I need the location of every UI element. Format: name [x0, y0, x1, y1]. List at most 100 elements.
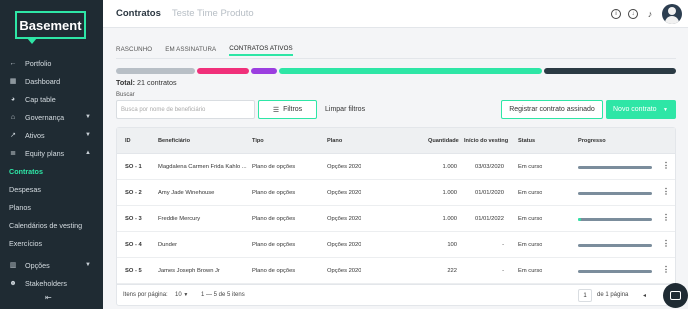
sidebar-item-equity-plans[interactable]: ≣ Equity plans ▲: [0, 144, 103, 162]
cell-beneficiario: Amy Jade Winehouse: [158, 190, 215, 196]
chevron-down-icon: ▼: [85, 132, 91, 138]
row-menu-icon[interactable]: ⋮: [662, 240, 670, 248]
clear-filters-button[interactable]: Limpar filtros: [325, 100, 365, 119]
status-segment-purple[interactable]: [251, 68, 277, 74]
cell-status: Em curso: [518, 216, 543, 222]
cell-inicio-vesting: 01/01/2022: [474, 216, 504, 222]
layers-icon: ≣: [10, 150, 16, 157]
arrow-left-icon: ←: [9, 59, 17, 67]
col-status[interactable]: Status: [518, 138, 535, 144]
logo-text: Basement: [19, 17, 82, 33]
table-row[interactable]: SO - 2 Amy Jade Winehouse Plano de opções O…: [117, 180, 675, 206]
cell-tipo: Plano de opções: [252, 242, 296, 248]
progress-bar: [578, 192, 652, 195]
cell-inicio-vesting: 03/03/2020: [474, 164, 504, 170]
chevron-down-icon: ▼: [183, 292, 189, 298]
cloud-download-icon[interactable]: ↓: [628, 9, 638, 19]
cell-quantidade: 222: [447, 268, 457, 274]
total-label: Total:: [116, 78, 136, 87]
sidebar-item-label: Equity plans: [25, 148, 65, 158]
col-progresso[interactable]: Progresso: [578, 138, 606, 144]
sidebar-item-label: Portfolio: [25, 58, 52, 68]
total-value: 21 contratos: [137, 78, 177, 87]
bar-chart-icon: ▥: [9, 262, 17, 269]
page-number-input[interactable]: 1: [578, 289, 592, 302]
col-inicio-vesting[interactable]: Início do vesting: [464, 138, 508, 144]
sidebar-subitem-planos[interactable]: Planos: [0, 198, 103, 216]
table-row[interactable]: SO - 5 James Joseph Brown Jr Plano de opçõ…: [117, 258, 675, 284]
cell-beneficiario: Magdalena Carmen Frida Kahlo ...: [158, 164, 247, 170]
cell-quantidade: 1.000: [442, 216, 457, 222]
table-row[interactable]: SO - 4 Dunder Plano de opções Opções 2020 10…: [117, 232, 675, 258]
info-icon[interactable]: i: [611, 9, 621, 19]
per-page-select[interactable]: 10 ▼: [175, 292, 188, 298]
status-segment-pink[interactable]: [197, 68, 249, 74]
cell-id: SO - 1: [125, 164, 142, 170]
sidebar-subitem-contratos[interactable]: Contratos: [0, 162, 103, 180]
status-segment-green[interactable]: [279, 68, 542, 74]
cell-tipo: Plano de opções: [252, 268, 296, 274]
sidebar-item-opcoes[interactable]: ▥ Opções ▼: [0, 256, 103, 274]
logo-tail: [27, 38, 37, 44]
col-beneficiario[interactable]: Beneficiário: [158, 138, 190, 144]
sidebar-subitem-calendarios[interactable]: Calendários de vesting: [0, 216, 103, 234]
contract-tabs: RASCUNHO EM ASSINATURA CONTRATOS ATIVOS: [116, 42, 306, 56]
sidebar: Basement ← Portfolio ▦ Dashboard ◕ Cap t…: [0, 0, 103, 309]
search-input[interactable]: Busca por nome de beneficiário: [116, 100, 255, 119]
table-row[interactable]: SO - 1 Magdalena Carmen Frida Kahlo ... Pl…: [117, 154, 675, 180]
progress-fill: [578, 218, 581, 221]
row-menu-icon[interactable]: ⋮: [662, 214, 670, 222]
sidebar-item-portfolio[interactable]: ← Portfolio: [0, 54, 103, 72]
cell-plano: Opções 2020: [327, 268, 362, 274]
register-signed-contract-button[interactable]: Registrar contrato assinado: [501, 100, 603, 119]
cell-plano: Opções 2020: [327, 164, 362, 170]
sidebar-subitem-exercicios[interactable]: Exercícios: [0, 234, 103, 252]
tab-em-assinatura[interactable]: EM ASSINATURA: [165, 42, 216, 56]
sidebar-item-cap-table[interactable]: ◕ Cap table: [0, 90, 103, 108]
sidebar-subitem-despesas[interactable]: Despesas: [0, 180, 103, 198]
row-menu-icon[interactable]: ⋮: [662, 188, 670, 196]
collapse-sidebar-icon[interactable]: ⇤: [45, 293, 52, 302]
cell-quantidade: 1.000: [442, 164, 457, 170]
progress-bar: [578, 166, 652, 169]
sidebar-item-label: Opções: [25, 260, 50, 270]
basement-logo[interactable]: Basement: [15, 11, 86, 39]
new-contract-button[interactable]: Novo contrato ▼: [606, 100, 676, 119]
sidebar-item-governanca[interactable]: ⌂ Governança ▼: [0, 108, 103, 126]
cell-plano: Opções 2020: [327, 216, 362, 222]
cell-status: Em curso: [518, 268, 543, 274]
status-segment-gray[interactable]: [116, 68, 195, 74]
avatar[interactable]: [662, 4, 682, 24]
sidebar-item-stakeholders[interactable]: ☻ Stakeholders: [0, 274, 103, 292]
pie-chart-icon: ◕: [10, 95, 16, 103]
cell-id: SO - 5: [125, 268, 142, 274]
row-menu-icon[interactable]: ⋮: [662, 266, 670, 274]
chevron-up-icon: ▲: [85, 150, 91, 156]
row-menu-icon[interactable]: ⋮: [662, 162, 670, 170]
table-header: ID Beneficiário Tipo Plano Quantidade In…: [117, 128, 675, 154]
cell-id: SO - 2: [125, 190, 142, 196]
table-row[interactable]: SO - 3 Freddie Mercury Plano de opções Opçõ…: [117, 206, 675, 232]
status-segment-dark[interactable]: [544, 68, 676, 74]
chat-support-button[interactable]: [663, 283, 688, 308]
cell-beneficiario: Dunder: [158, 242, 178, 248]
sidebar-nav: ← Portfolio ▦ Dashboard ◕ Cap table ⌂ Go…: [0, 54, 103, 292]
cell-inicio-vesting: -: [502, 242, 504, 248]
tab-rascunho[interactable]: RASCUNHO: [116, 42, 152, 56]
sidebar-item-dashboard[interactable]: ▦ Dashboard: [0, 72, 103, 90]
previous-page-icon[interactable]: ◂: [643, 292, 646, 299]
col-plano[interactable]: Plano: [327, 138, 342, 144]
sidebar-item-ativos[interactable]: ↗ Ativos ▼: [0, 126, 103, 144]
col-tipo[interactable]: Tipo: [252, 138, 264, 144]
chevron-down-icon: ▼: [85, 262, 91, 268]
people-icon: ☻: [9, 279, 17, 287]
filters-label: Filtros: [283, 106, 303, 113]
new-contract-label: Novo contrato: [613, 106, 657, 113]
tab-contratos-ativos[interactable]: CONTRATOS ATIVOS: [229, 42, 293, 56]
col-id[interactable]: ID: [125, 138, 131, 144]
top-header: Contratos Teste Time Produto i ↓ ♪: [103, 0, 688, 28]
bell-icon[interactable]: ♪: [645, 9, 655, 19]
cell-id: SO - 3: [125, 216, 142, 222]
filters-button[interactable]: ☰ Filtros: [258, 100, 317, 119]
col-quantidade[interactable]: Quantidade: [428, 138, 459, 144]
